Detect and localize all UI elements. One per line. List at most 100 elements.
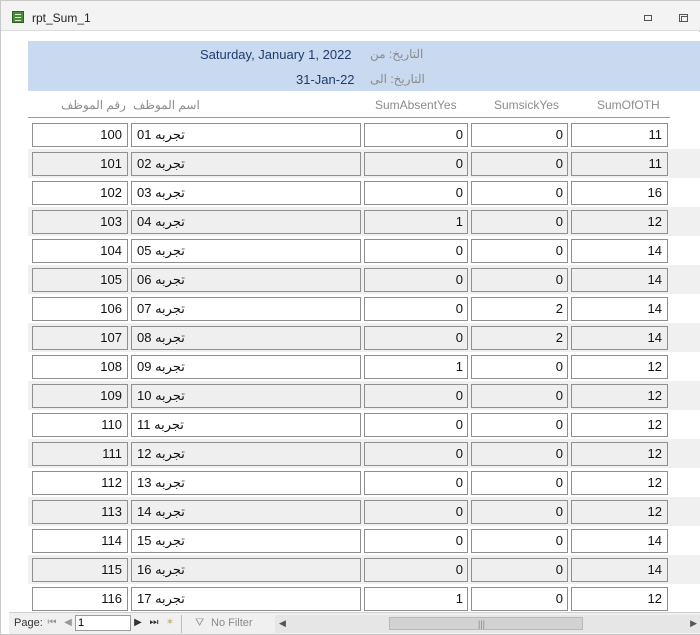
sick-cell[interactable]: 0	[471, 413, 568, 437]
sick-cell[interactable]: 0	[471, 152, 568, 176]
absent-cell[interactable]: 0	[364, 558, 468, 582]
sick-cell[interactable]: 0	[471, 123, 568, 147]
oth-cell[interactable]: 14	[571, 529, 668, 553]
absent-cell[interactable]: 1	[364, 355, 468, 379]
new-page-icon[interactable]: ✶	[165, 617, 175, 628]
emp-name-cell[interactable]: تجربه 06	[131, 268, 361, 292]
horizontal-scrollbar[interactable]: ◀ ||| ▶	[275, 615, 700, 633]
emp-name-cell[interactable]: تجربه 03	[131, 181, 361, 205]
sick-cell[interactable]: 2	[471, 297, 568, 321]
emp-name-cell[interactable]: تجربه 09	[131, 355, 361, 379]
absent-cell[interactable]: 0	[364, 529, 468, 553]
last-page-icon[interactable]: ⏭	[149, 617, 159, 628]
absent-cell[interactable]: 0	[364, 471, 468, 495]
page-number-input[interactable]: 1	[75, 615, 131, 631]
scroll-left-icon[interactable]: ◀	[279, 618, 286, 629]
absent-cell[interactable]: 0	[364, 268, 468, 292]
oth-cell[interactable]: 12	[571, 355, 668, 379]
column-header-sick: SumsickYes	[494, 98, 559, 112]
oth-cell[interactable]: 14	[571, 239, 668, 263]
absent-cell[interactable]: 0	[364, 326, 468, 350]
absent-cell[interactable]: 0	[364, 442, 468, 466]
emp-no-cell[interactable]: 109	[32, 384, 128, 408]
absent-cell[interactable]: 1	[364, 210, 468, 234]
oth-cell[interactable]: 12	[571, 210, 668, 234]
first-page-icon[interactable]: ⏮	[47, 617, 57, 628]
absent-cell[interactable]: 1	[364, 587, 468, 611]
absent-cell[interactable]: 0	[364, 500, 468, 524]
sick-cell[interactable]: 0	[471, 268, 568, 292]
emp-no-cell[interactable]: 102	[32, 181, 128, 205]
sick-cell[interactable]: 2	[471, 326, 568, 350]
oth-cell[interactable]: 11	[571, 123, 668, 147]
emp-no-cell[interactable]: 112	[32, 471, 128, 495]
emp-name-cell[interactable]: تجربه 13	[131, 471, 361, 495]
emp-no-cell[interactable]: 116	[32, 587, 128, 611]
emp-no-cell[interactable]: 100	[32, 123, 128, 147]
emp-name-cell[interactable]: تجربه 01	[131, 123, 361, 147]
sick-cell[interactable]: 0	[471, 442, 568, 466]
absent-cell[interactable]: 0	[364, 297, 468, 321]
restore-button[interactable]	[676, 11, 690, 25]
sick-cell[interactable]: 0	[471, 355, 568, 379]
emp-no-cell[interactable]: 110	[32, 413, 128, 437]
sick-cell[interactable]: 0	[471, 239, 568, 263]
absent-cell[interactable]: 0	[364, 123, 468, 147]
oth-cell[interactable]: 14	[571, 558, 668, 582]
absent-cell[interactable]: 0	[364, 152, 468, 176]
emp-no-cell[interactable]: 113	[32, 500, 128, 524]
emp-name-cell[interactable]: تجربه 05	[131, 239, 361, 263]
emp-no-cell[interactable]: 106	[32, 297, 128, 321]
oth-cell[interactable]: 12	[571, 413, 668, 437]
sick-cell[interactable]: 0	[471, 471, 568, 495]
scroll-thumb[interactable]: |||	[389, 617, 583, 630]
oth-cell[interactable]: 12	[571, 471, 668, 495]
emp-name-cell[interactable]: تجربه 15	[131, 529, 361, 553]
oth-cell[interactable]: 14	[571, 268, 668, 292]
scroll-right-icon[interactable]: ▶	[690, 618, 697, 629]
emp-name-cell[interactable]: تجربه 10	[131, 384, 361, 408]
emp-name-cell[interactable]: تجربه 07	[131, 297, 361, 321]
emp-name-cell[interactable]: تجربه 14	[131, 500, 361, 524]
sick-cell[interactable]: 0	[471, 500, 568, 524]
emp-no-cell[interactable]: 104	[32, 239, 128, 263]
emp-no-cell[interactable]: 114	[32, 529, 128, 553]
sick-cell[interactable]: 0	[471, 181, 568, 205]
emp-no-cell[interactable]: 101	[32, 152, 128, 176]
minimize-button[interactable]	[641, 11, 655, 25]
next-page-icon[interactable]: ▶	[133, 617, 143, 628]
sick-cell[interactable]: 0	[471, 587, 568, 611]
oth-cell[interactable]: 12	[571, 442, 668, 466]
no-filter-label[interactable]: No Filter	[211, 617, 253, 629]
sick-cell[interactable]: 0	[471, 210, 568, 234]
oth-cell[interactable]: 14	[571, 297, 668, 321]
emp-name-cell[interactable]: تجربه 02	[131, 152, 361, 176]
no-filter-icon[interactable]: ⛛	[195, 618, 207, 629]
emp-no-cell[interactable]: 103	[32, 210, 128, 234]
sick-cell[interactable]: 0	[471, 558, 568, 582]
emp-no-cell[interactable]: 107	[32, 326, 128, 350]
absent-cell[interactable]: 0	[364, 239, 468, 263]
emp-name-cell[interactable]: تجربه 04	[131, 210, 361, 234]
oth-cell[interactable]: 11	[571, 152, 668, 176]
oth-cell[interactable]: 12	[571, 587, 668, 611]
previous-page-icon[interactable]: ◀	[63, 617, 73, 628]
emp-no-cell[interactable]: 115	[32, 558, 128, 582]
emp-name-cell[interactable]: تجربه 17	[131, 587, 361, 611]
emp-no-cell[interactable]: 108	[32, 355, 128, 379]
absent-cell[interactable]: 0	[364, 181, 468, 205]
emp-no-cell[interactable]: 111	[32, 442, 128, 466]
emp-no-cell[interactable]: 105	[32, 268, 128, 292]
oth-cell[interactable]: 12	[571, 500, 668, 524]
oth-cell[interactable]: 16	[571, 181, 668, 205]
emp-name-cell[interactable]: تجربه 16	[131, 558, 361, 582]
emp-name-cell[interactable]: تجربه 08	[131, 326, 361, 350]
absent-cell[interactable]: 0	[364, 384, 468, 408]
sick-cell[interactable]: 0	[471, 384, 568, 408]
oth-cell[interactable]: 12	[571, 384, 668, 408]
sick-cell[interactable]: 0	[471, 529, 568, 553]
emp-name-cell[interactable]: تجربه 12	[131, 442, 361, 466]
absent-cell[interactable]: 0	[364, 413, 468, 437]
emp-name-cell[interactable]: تجربه 11	[131, 413, 361, 437]
oth-cell[interactable]: 14	[571, 326, 668, 350]
